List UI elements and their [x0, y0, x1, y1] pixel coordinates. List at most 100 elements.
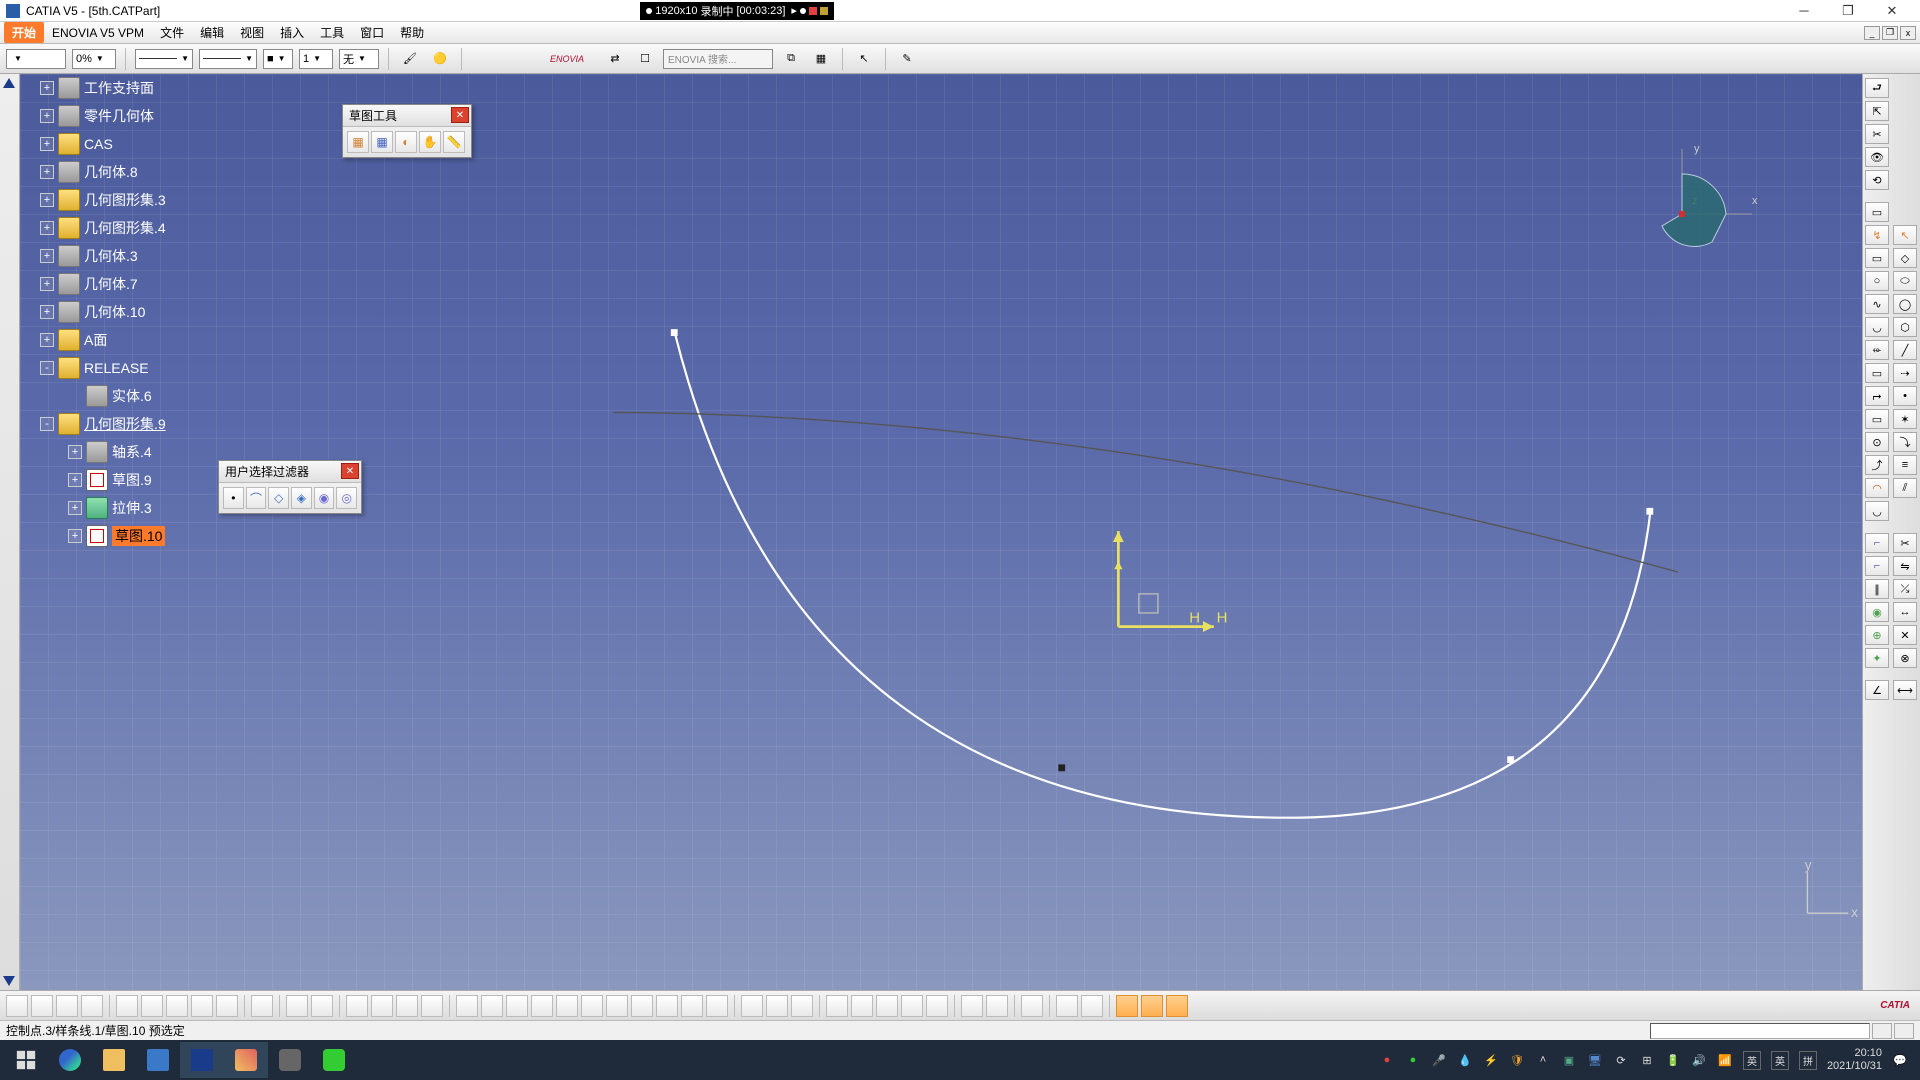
viewport[interactable]: +工作支持面+零件几何体+CAS+几何体.8+几何图形集.3+几何图形集.4+几…: [20, 74, 1862, 990]
link-icon[interactable]: ⟲: [1865, 170, 1889, 190]
tray-security-icon[interactable]: ⊞: [1639, 1052, 1655, 1068]
linetype2-combo[interactable]: ▼: [199, 49, 257, 69]
intersect-icon[interactable]: ✶: [1893, 409, 1917, 429]
arc-icon[interactable]: ◡: [1865, 317, 1889, 337]
pan-icon[interactable]: [481, 995, 503, 1017]
rect3-icon[interactable]: ▭: [1865, 363, 1889, 383]
cursor-icon[interactable]: [1021, 995, 1043, 1017]
measure2-icon[interactable]: [851, 995, 873, 1017]
corner3-icon[interactable]: ⌐: [1865, 556, 1889, 576]
point-icon[interactable]: •: [1893, 386, 1917, 406]
enovia-search[interactable]: ENOVIA 搜索...: [663, 49, 773, 69]
render-combo[interactable]: 1▼: [299, 49, 333, 69]
paint-icon[interactable]: 🖌: [398, 48, 422, 70]
angle-icon[interactable]: ∠: [1865, 680, 1889, 700]
animate-icon[interactable]: ✦: [1865, 648, 1889, 668]
select-icon[interactable]: ↖: [852, 48, 876, 70]
tray-bolt-icon[interactable]: ⚡: [1483, 1052, 1499, 1068]
menu-help[interactable]: 帮助: [392, 22, 432, 43]
scroll-down-icon[interactable]: [3, 976, 15, 986]
arc3-icon[interactable]: ◡: [1865, 501, 1889, 521]
rect4-icon[interactable]: ▭: [1865, 409, 1889, 429]
menu-insert[interactable]: 插入: [272, 22, 312, 43]
dim2-icon[interactable]: [986, 995, 1008, 1017]
explorer-icon[interactable]: [92, 1042, 136, 1078]
accent2-icon[interactable]: [1141, 995, 1163, 1017]
open-icon[interactable]: [31, 995, 53, 1017]
tray-shield-icon[interactable]: 🛡: [1509, 1052, 1525, 1068]
ellipse-icon[interactable]: ◯: [1893, 294, 1917, 314]
screen1-icon[interactable]: [1056, 995, 1078, 1017]
constraint2-icon[interactable]: ⊕: [1865, 625, 1889, 645]
calculator-icon[interactable]: [136, 1042, 180, 1078]
parallel-icon[interactable]: ∥: [1865, 579, 1889, 599]
catalog-icon[interactable]: [421, 995, 443, 1017]
accent3-icon[interactable]: [1166, 995, 1188, 1017]
notifications-icon[interactable]: 💬: [1892, 1052, 1908, 1068]
exit-sketch-icon[interactable]: ⮐: [1865, 78, 1889, 98]
close-icon2[interactable]: ⊗: [1893, 648, 1917, 668]
enovia-connect-icon[interactable]: ⇄: [603, 48, 627, 70]
tray-mic-icon[interactable]: 🎤: [1431, 1052, 1447, 1068]
tray-wifi-icon[interactable]: 📶: [1717, 1052, 1733, 1068]
tray-drop-icon[interactable]: 💧: [1457, 1052, 1473, 1068]
scroll-up-icon[interactable]: [3, 78, 15, 88]
menu-view[interactable]: 视图: [232, 22, 272, 43]
fit-icon[interactable]: [456, 995, 478, 1017]
slot-icon[interactable]: ⬭: [1893, 271, 1917, 291]
menu-edit[interactable]: 编辑: [192, 22, 232, 43]
rectangle-icon[interactable]: ▭: [1865, 202, 1889, 222]
hexagon-icon[interactable]: ⬡: [1893, 317, 1917, 337]
multi-view-icon[interactable]: [631, 995, 653, 1017]
diamond-icon[interactable]: ◇: [1893, 248, 1917, 268]
tray-record-icon[interactable]: ●: [1379, 1052, 1395, 1068]
offset-icon[interactable]: ⫽: [1893, 478, 1917, 498]
none-combo[interactable]: 无▼: [339, 49, 379, 69]
project2-icon[interactable]: ⤴: [1865, 455, 1889, 475]
corner2-icon[interactable]: ⌐: [1865, 533, 1889, 553]
circle2-icon[interactable]: ⊙: [1865, 432, 1889, 452]
tray-battery-icon[interactable]: 🔋: [1665, 1052, 1681, 1068]
tray-ime1[interactable]: 英: [1743, 1051, 1761, 1070]
status-btn2[interactable]: [1894, 1023, 1914, 1039]
line-icon[interactable]: ╱: [1893, 340, 1917, 360]
trim-icon[interactable]: ✂: [1893, 533, 1917, 553]
arc2-icon[interactable]: ◠: [1865, 478, 1889, 498]
paste-icon[interactable]: [166, 995, 188, 1017]
cut-icon[interactable]: ✂: [1865, 124, 1889, 144]
measure3-icon[interactable]: [876, 995, 898, 1017]
menu-window[interactable]: 窗口: [352, 22, 392, 43]
keyhole-icon[interactable]: ⬰: [1865, 340, 1889, 360]
mirror-icon[interactable]: ⇋: [1893, 556, 1917, 576]
project-icon[interactable]: ⤵: [1893, 432, 1917, 452]
mdi-minimize[interactable]: _: [1864, 26, 1880, 40]
mdi-close[interactable]: x: [1900, 26, 1916, 40]
table-icon[interactable]: [346, 995, 368, 1017]
status-btn1[interactable]: [1872, 1023, 1892, 1039]
new-icon[interactable]: [6, 995, 28, 1017]
copy-icon[interactable]: [141, 995, 163, 1017]
cut-icon[interactable]: [116, 995, 138, 1017]
spline-icon[interactable]: ∿: [1865, 294, 1889, 314]
gear-icon[interactable]: [766, 995, 788, 1017]
formula-icon[interactable]: [286, 995, 308, 1017]
redo-icon[interactable]: [216, 995, 238, 1017]
tray-sync-icon[interactable]: ⟳: [1613, 1052, 1629, 1068]
start-button[interactable]: [4, 1042, 48, 1078]
mic-icon[interactable]: [268, 1042, 312, 1078]
corner-icon[interactable]: ⮣: [1865, 386, 1889, 406]
profile-icon[interactable]: ↯: [1865, 225, 1889, 245]
named-view-icon[interactable]: [606, 995, 628, 1017]
circle-icon[interactable]: ○: [1865, 271, 1889, 291]
edge-icon[interactable]: [48, 1042, 92, 1078]
close-button[interactable]: ✕: [1870, 1, 1914, 21]
dim-icon[interactable]: ⟷: [1893, 680, 1917, 700]
measure5-icon[interactable]: [926, 995, 948, 1017]
mdi-restore[interactable]: ❐: [1882, 26, 1898, 40]
symmetry-icon[interactable]: ↔: [1893, 602, 1917, 622]
point-combo[interactable]: ■▼: [263, 49, 293, 69]
shade-icon[interactable]: [681, 995, 703, 1017]
trim2-icon[interactable]: ✕: [1893, 625, 1917, 645]
rotate-icon[interactable]: [506, 995, 528, 1017]
enovia-btn1[interactable]: ⧉: [779, 48, 803, 70]
